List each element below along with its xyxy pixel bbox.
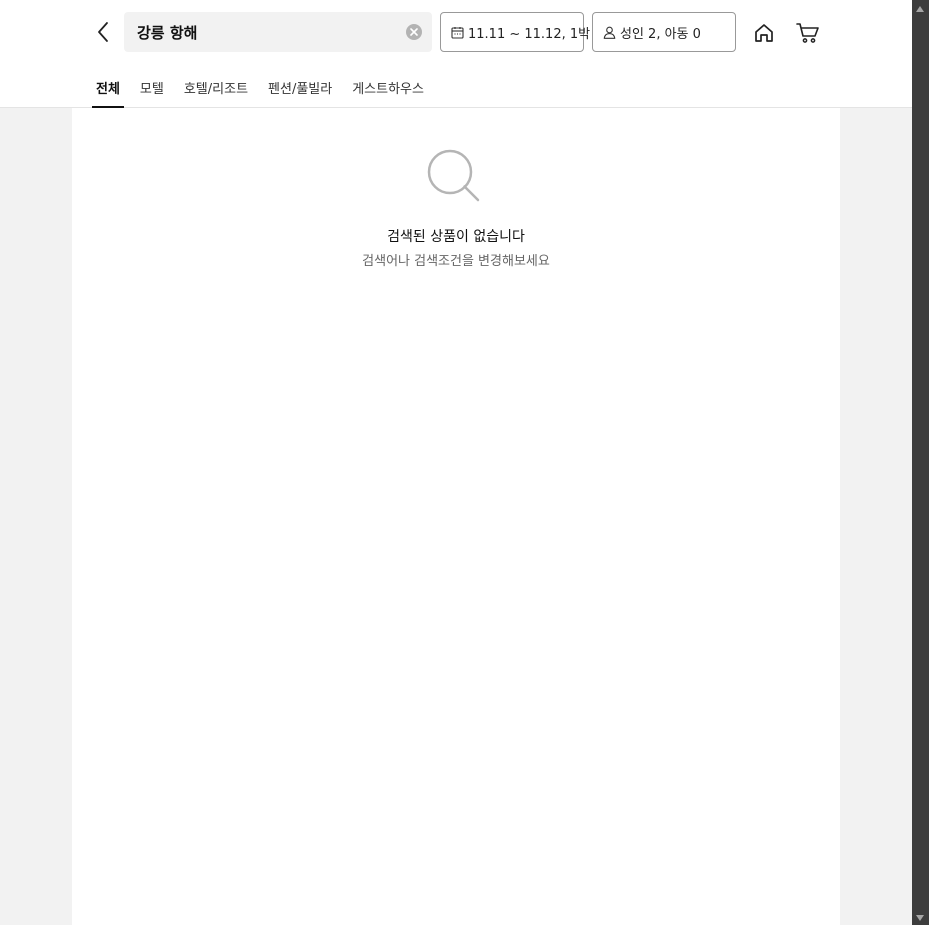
tab-all[interactable]: 전체 bbox=[92, 72, 124, 108]
page: 11.11 ~ 11.12, 1박 성인 2, 아동 0 bbox=[0, 0, 912, 925]
search-box bbox=[124, 12, 432, 52]
calendar-icon bbox=[451, 26, 464, 39]
tab-pension-poolvilla[interactable]: 펜션/풀빌라 bbox=[264, 72, 336, 102]
tab-hotel-resort[interactable]: 호텔/리조트 bbox=[180, 72, 252, 102]
back-button[interactable] bbox=[90, 18, 116, 46]
chevron-left-icon bbox=[98, 22, 108, 42]
empty-state-subtitle: 검색어나 검색조건을 변경해보세요 bbox=[362, 254, 550, 269]
cart-icon bbox=[796, 23, 819, 43]
cart-button[interactable] bbox=[795, 20, 821, 46]
search-icon bbox=[426, 148, 486, 208]
search-input[interactable] bbox=[137, 20, 406, 44]
clear-search-button[interactable] bbox=[406, 24, 422, 40]
person-icon bbox=[603, 26, 616, 39]
date-range-label: 11.11 ~ 11.12, 1박 bbox=[468, 26, 591, 42]
tab-guesthouse[interactable]: 게스트하우스 bbox=[348, 72, 428, 102]
results-panel: 검색된 상품이 없습니다 검색어나 검색조건을 변경해보세요 bbox=[72, 108, 840, 925]
home-button[interactable] bbox=[751, 20, 777, 46]
empty-state: 검색된 상품이 없습니다 검색어나 검색조건을 변경해보세요 bbox=[72, 148, 840, 269]
tab-motel[interactable]: 모텔 bbox=[136, 72, 168, 102]
guest-count-button[interactable]: 성인 2, 아동 0 bbox=[592, 12, 736, 52]
category-tabs: 전체 모텔 호텔/리조트 펜션/풀빌라 게스트하우스 bbox=[92, 72, 440, 108]
vertical-scrollbar[interactable] bbox=[912, 0, 929, 925]
scroll-down-arrow-icon[interactable] bbox=[916, 915, 924, 921]
date-range-button[interactable]: 11.11 ~ 11.12, 1박 bbox=[440, 12, 590, 52]
header: 11.11 ~ 11.12, 1박 성인 2, 아동 0 bbox=[0, 0, 912, 108]
home-icon bbox=[755, 24, 773, 42]
scroll-up-arrow-icon[interactable] bbox=[916, 6, 924, 12]
clear-icon bbox=[410, 28, 418, 36]
empty-state-title: 검색된 상품이 없습니다 bbox=[387, 229, 525, 245]
guest-count-label: 성인 2, 아동 0 bbox=[620, 26, 701, 42]
